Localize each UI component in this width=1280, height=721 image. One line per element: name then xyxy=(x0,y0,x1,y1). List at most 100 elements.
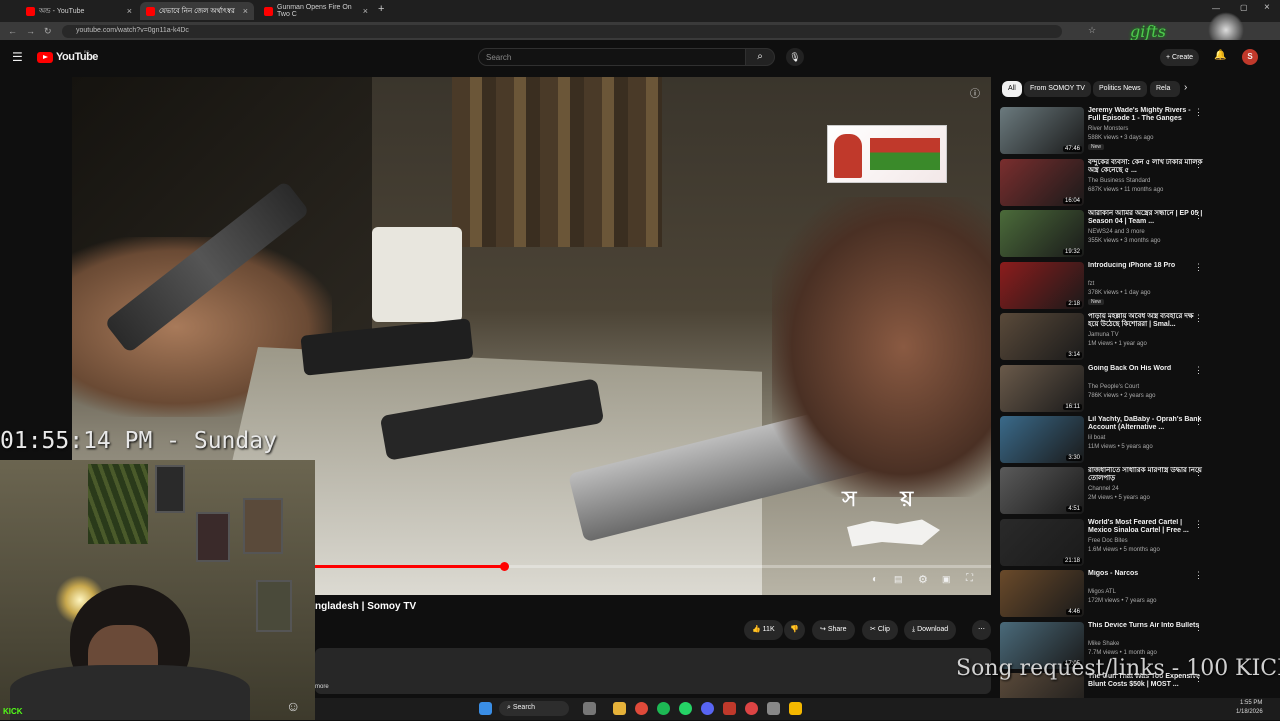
channel-name[interactable]: Migos ATL xyxy=(1088,589,1116,595)
fullscreen-icon[interactable]: ⛶ xyxy=(966,573,973,584)
miniplayer-icon[interactable]: ▣ xyxy=(942,574,951,585)
more-options-icon[interactable]: ⋮ xyxy=(1194,570,1203,581)
channel-name[interactable]: Mike Shake xyxy=(1088,641,1119,647)
vscode-icon[interactable] xyxy=(789,702,802,715)
video-title[interactable]: বন্দুকের ব্যবসা: কেন ৫ লাখ টাকার মালিক অ… xyxy=(1088,159,1204,175)
more-options-icon[interactable]: ⋮ xyxy=(1194,210,1203,221)
minimize-icon[interactable]: — xyxy=(1212,4,1220,13)
recommendation-item[interactable]: 16:11 Going Back On His Word The People's … xyxy=(1000,365,1240,413)
channel-name[interactable]: fzt xyxy=(1088,281,1094,287)
video-thumbnail[interactable]: 16:04 xyxy=(1000,159,1084,206)
browser-tab-1[interactable]: অন্ড - YouTube × xyxy=(20,2,138,20)
video-title[interactable]: This Device Turns Air Into Bullets xyxy=(1088,622,1204,630)
video-title[interactable]: রাজধানীতে সাধারিক মারণাস্ত্র উদ্ধার নিয়… xyxy=(1088,467,1204,483)
more-options-icon[interactable]: ⋮ xyxy=(1194,262,1203,273)
video-thumbnail[interactable]: 2:18 xyxy=(1000,262,1084,309)
more-actions-button[interactable]: ⋯ xyxy=(972,620,991,640)
video-thumbnail[interactable]: 4:51 xyxy=(1000,467,1084,514)
video-title[interactable]: Jeremy Wade's Mighty Rivers - Full Episo… xyxy=(1088,107,1204,123)
reload-icon[interactable]: ↻ xyxy=(44,26,52,37)
recommendation-item[interactable]: 3:30 Lil Yachty, DaBaby - Oprah's Bank Ac… xyxy=(1000,416,1240,464)
video-title[interactable]: World's Most Feared Cartel | Mexico Sina… xyxy=(1088,519,1204,535)
voice-search-button[interactable]: 🎙 xyxy=(786,48,804,66)
taskbar-search[interactable]: ⌕ Search xyxy=(499,701,569,716)
chip-politics-news[interactable]: Politics News xyxy=(1093,81,1147,97)
download-button[interactable]: ⤓ Download xyxy=(904,620,957,640)
like-button[interactable]: 👍 11K xyxy=(744,620,783,640)
settings-gear-icon[interactable]: ⚙ xyxy=(918,573,928,586)
channel-name[interactable]: Free Doc Bites xyxy=(1088,538,1128,544)
more-options-icon[interactable]: ⋮ xyxy=(1194,313,1203,324)
video-title[interactable]: Lil Yachty, DaBaby - Oprah's Bank Accoun… xyxy=(1088,416,1204,432)
channel-name[interactable]: Channel 24 xyxy=(1088,486,1119,492)
clip-button[interactable]: ✂ Clip xyxy=(862,620,898,640)
url-field[interactable]: youtube.com/watch?v=0gn11a-k4Dc xyxy=(62,25,1062,38)
description-more-link[interactable]: more xyxy=(315,684,329,690)
recommendation-item[interactable]: 19:32 আরাকান আর্মির অস্ত্রের সন্ধানে | EP… xyxy=(1000,210,1240,258)
calculator-icon[interactable] xyxy=(767,702,780,715)
start-windows-icon[interactable] xyxy=(479,702,492,715)
video-thumbnail[interactable]: 21:18 xyxy=(1000,519,1084,566)
maximize-icon[interactable]: ▢ xyxy=(1240,3,1248,12)
channel-name[interactable]: The People's Court xyxy=(1088,384,1139,390)
video-thumbnail[interactable]: 47:46 xyxy=(1000,107,1084,154)
dislike-button[interactable]: 👎 xyxy=(784,620,805,640)
video-thumbnail[interactable]: 19:32 xyxy=(1000,210,1084,257)
new-tab-icon[interactable]: + xyxy=(378,3,384,15)
recommendation-item[interactable]: 47:46 Jeremy Wade's Mighty Rivers - Full … xyxy=(1000,107,1240,155)
video-title[interactable]: Introducing iPhone 18 Pro xyxy=(1088,262,1204,270)
channel-name[interactable]: Jamuna TV xyxy=(1088,332,1119,338)
video-thumbnail[interactable]: 16:11 xyxy=(1000,365,1084,412)
recommendation-item[interactable]: 2:18 Introducing iPhone 18 Pro fzt 378K vie… xyxy=(1000,262,1240,310)
more-options-icon[interactable]: ⋮ xyxy=(1194,467,1203,478)
notifications-bell-icon[interactable]: 🔔 xyxy=(1214,50,1226,61)
chip-from-somoy-tv[interactable]: From SOMOY TV xyxy=(1024,81,1091,97)
video-thumbnail[interactable]: 3:14 xyxy=(1000,313,1084,360)
description-box[interactable]: more xyxy=(315,648,991,694)
video-thumbnail[interactable]: 3:30 xyxy=(1000,416,1084,463)
channel-name[interactable]: lil boat xyxy=(1088,435,1105,441)
back-icon[interactable]: ← xyxy=(8,26,17,36)
discord-icon[interactable] xyxy=(701,702,714,715)
chip-all[interactable]: All xyxy=(1002,81,1022,97)
obs-icon[interactable] xyxy=(745,702,758,715)
account-avatar[interactable]: S xyxy=(1242,49,1258,65)
video-title[interactable]: Migos - Narcos xyxy=(1088,570,1204,578)
recommendation-item[interactable]: 21:18 World's Most Feared Cartel | Mexico… xyxy=(1000,519,1240,567)
video-title[interactable]: আরাকান আর্মির অস্ত্রের সন্ধানে | EP 05 |… xyxy=(1088,210,1204,226)
menu-icon[interactable]: ☰ xyxy=(12,50,23,64)
more-options-icon[interactable]: ⋮ xyxy=(1194,416,1203,427)
close-tab-icon[interactable]: × xyxy=(363,6,368,16)
whatsapp-icon[interactable] xyxy=(679,702,692,715)
chip-scroll-right-icon[interactable]: › xyxy=(1184,82,1187,93)
more-options-icon[interactable]: ⋮ xyxy=(1194,622,1203,633)
recommendation-item[interactable]: 4:51 রাজধানীতে সাধারিক মারণাস্ত্র উদ্ধার … xyxy=(1000,467,1240,515)
autoplay-toggle-icon[interactable]: ◐ xyxy=(872,574,878,585)
youtube-logo-text[interactable]: YouTube xyxy=(56,51,98,63)
spotify-icon[interactable] xyxy=(657,702,670,715)
subtitles-icon[interactable]: ▤ xyxy=(894,574,903,585)
search-input[interactable]: Search xyxy=(478,48,746,66)
video-title[interactable]: পাড়ায় মহল্লায় অবৈধ অস্ত্র ব্যবহারে দক… xyxy=(1088,313,1204,329)
info-icon[interactable]: ⓘ xyxy=(970,85,980,100)
video-thumbnail[interactable]: 4:46 xyxy=(1000,570,1084,617)
recommendation-item[interactable]: 4:46 Migos - Narcos Migos ATL 172M views • … xyxy=(1000,570,1240,618)
browser-tab-3[interactable]: Gunman Opens Fire On Two C × xyxy=(258,2,374,20)
chrome-icon[interactable] xyxy=(635,702,648,715)
bookmark-star-icon[interactable]: ☆ xyxy=(1088,25,1096,36)
channel-name[interactable]: NEWS24 and 3 more xyxy=(1088,229,1145,235)
recommendation-item[interactable]: 3:14 পাড়ায় মহল্লায় অবৈধ অস্ত্র ব্যবহার… xyxy=(1000,313,1240,361)
recommendation-item[interactable]: 16:04 বন্দুকের ব্যবসা: কেন ৫ লাখ টাকার মা… xyxy=(1000,159,1240,207)
app-icon-red[interactable] xyxy=(723,702,736,715)
more-options-icon[interactable]: ⋮ xyxy=(1194,159,1203,170)
youtube-logo-icon[interactable] xyxy=(37,52,53,63)
video-title[interactable]: Going Back On His Word xyxy=(1088,365,1204,373)
close-tab-icon[interactable]: × xyxy=(243,6,248,16)
channel-name[interactable]: The Business Standard xyxy=(1088,178,1150,184)
chip-related[interactable]: Rela xyxy=(1150,81,1180,97)
progress-scrubber[interactable] xyxy=(499,562,509,571)
browser-tab-2[interactable]: যেভাবে নিন জেল অর্থাৎস্বর × xyxy=(140,2,254,20)
more-options-icon[interactable]: ⋮ xyxy=(1194,107,1203,118)
create-button[interactable]: + Create xyxy=(1160,49,1200,66)
file-explorer-icon[interactable] xyxy=(613,702,626,715)
